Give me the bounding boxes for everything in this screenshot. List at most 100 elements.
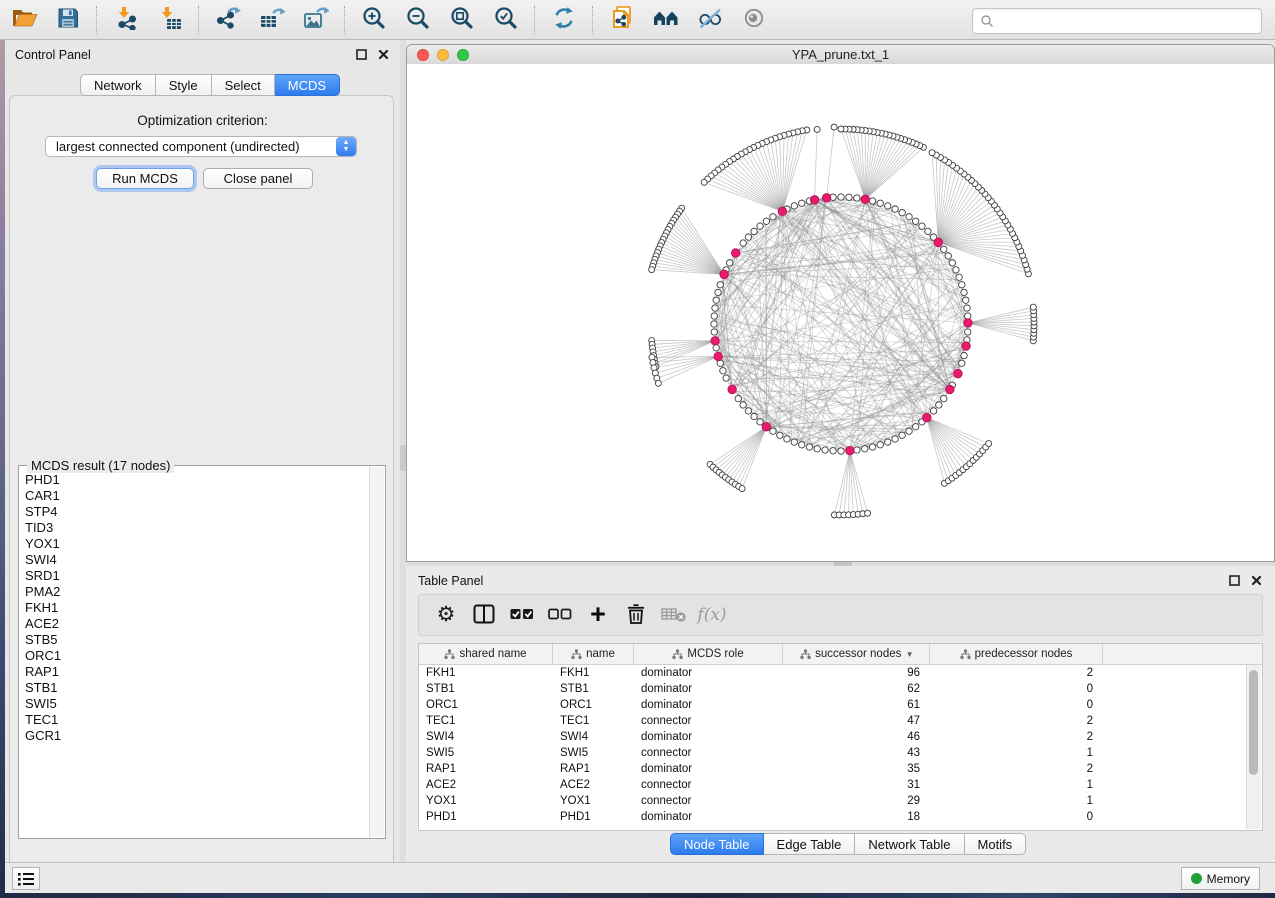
export-image-button[interactable] [294, 4, 338, 36]
zoom-selected-button[interactable] [484, 4, 528, 36]
table-row[interactable]: SWI5SWI5connector431 [419, 745, 1262, 761]
tab-edge-table[interactable]: Edge Table [764, 833, 856, 855]
tab-node-table[interactable]: Node Table [670, 833, 764, 855]
table-row[interactable]: ACE2ACE2connector311 [419, 777, 1262, 793]
tab-style[interactable]: Style [156, 74, 212, 96]
open-icon [11, 6, 38, 33]
duplicate-network-icon [610, 5, 634, 34]
export-network-button[interactable] [206, 4, 250, 36]
toolbar-separator [592, 6, 594, 34]
mcds-result-item[interactable]: FKH1 [25, 600, 369, 616]
window-close-traffic-light[interactable] [417, 49, 429, 61]
column-header-predecessor-nodes[interactable]: predecessor nodes [930, 644, 1103, 664]
table-row[interactable]: RAP1RAP1dominator352 [419, 761, 1262, 777]
hide-selected-button[interactable] [688, 4, 732, 36]
gear-button[interactable]: ⚙ [427, 598, 465, 632]
memory-status-icon [1191, 873, 1202, 884]
column-header-successor-nodes[interactable]: successor nodes▾ [783, 644, 930, 664]
mcds-result-item[interactable]: ACE2 [25, 616, 369, 632]
function-button[interactable]: f(x) [693, 598, 731, 632]
table-row[interactable]: SWI4SWI4dominator462 [419, 729, 1262, 745]
run-mcds-button[interactable]: Run MCDS [96, 168, 194, 189]
task-history-button[interactable] [12, 867, 40, 890]
refresh-button[interactable] [542, 4, 586, 36]
table-row[interactable]: STB1STB1dominator620 [419, 681, 1262, 697]
mcds-result-item[interactable]: GCR1 [25, 728, 369, 744]
mcds-result-scrollbar[interactable] [369, 467, 384, 837]
export-table-button[interactable] [250, 4, 294, 36]
table-cell: SWI5 [419, 745, 553, 761]
table-cell: connector [634, 713, 783, 729]
tab-network[interactable]: Network [80, 74, 156, 96]
mcds-result-item[interactable]: ORC1 [25, 648, 369, 664]
network-canvas[interactable] [407, 64, 1274, 561]
tab-motifs[interactable]: Motifs [965, 833, 1027, 855]
mcds-result-item[interactable]: SWI5 [25, 696, 369, 712]
control-panel-close-icon[interactable] [377, 48, 390, 61]
mcds-result-item[interactable]: CAR1 [25, 488, 369, 504]
search-network-button[interactable] [644, 4, 688, 36]
tab-mcds[interactable]: MCDS [275, 74, 340, 96]
table-scrollbar[interactable] [1246, 665, 1261, 829]
search-input[interactable] [998, 11, 1261, 31]
mcds-result-item[interactable]: TEC1 [25, 712, 369, 728]
table-cell: FKH1 [419, 665, 553, 681]
table-cell: 47 [783, 713, 930, 729]
split-columns-button[interactable] [465, 598, 503, 632]
show-hidden-button[interactable] [732, 4, 776, 36]
window-zoom-traffic-light[interactable] [457, 49, 469, 61]
mcds-result-item[interactable]: SRD1 [25, 568, 369, 584]
zoom-in-icon [362, 6, 386, 33]
delete-button[interactable] [617, 598, 655, 632]
duplicate-network-button[interactable] [600, 4, 644, 36]
mcds-result-item[interactable]: PMA2 [25, 584, 369, 600]
delete-column-button[interactable] [655, 598, 693, 632]
import-network-button[interactable] [104, 4, 148, 36]
import-table-button[interactable] [148, 4, 192, 36]
table-row[interactable]: ORC1ORC1dominator610 [419, 697, 1262, 713]
unselect-all-columns-button[interactable] [541, 598, 579, 632]
add-button[interactable]: + [579, 598, 617, 632]
tab-network-table[interactable]: Network Table [855, 833, 964, 855]
main-toolbar [0, 0, 1275, 40]
mcds-result-item[interactable]: STB5 [25, 632, 369, 648]
mcds-result-item[interactable]: STB1 [25, 680, 369, 696]
table-panel-close-icon[interactable] [1250, 574, 1263, 587]
tab-select[interactable]: Select [212, 74, 275, 96]
select-all-columns-button[interactable] [503, 598, 541, 632]
column-header-shared-name[interactable]: shared name [419, 644, 553, 664]
table-row[interactable]: YOX1YOX1connector291 [419, 793, 1262, 809]
mcds-result-item[interactable]: YOX1 [25, 536, 369, 552]
toolbar-separator [534, 6, 536, 34]
table-cell: dominator [634, 697, 783, 713]
column-header-name[interactable]: name [553, 644, 634, 664]
window-minimize-traffic-light[interactable] [437, 49, 449, 61]
control-panel-float-icon[interactable] [355, 48, 368, 61]
zoom-in-button[interactable] [352, 4, 396, 36]
open-button[interactable] [2, 4, 46, 36]
table-panel-float-icon[interactable] [1228, 574, 1241, 587]
mcds-result-item[interactable]: SWI4 [25, 552, 369, 568]
memory-button[interactable]: Memory [1181, 867, 1260, 890]
zoom-out-button[interactable] [396, 4, 440, 36]
mcds-result-title: MCDS result (17 nodes) [27, 458, 174, 473]
table-row[interactable]: PHD1PHD1dominator180 [419, 809, 1262, 825]
column-header-mcds-role[interactable]: MCDS role [634, 644, 783, 664]
table-row[interactable]: FKH1FKH1dominator962 [419, 665, 1262, 681]
zoom-fit-button[interactable] [440, 4, 484, 36]
network-window-titlebar[interactable]: YPA_prune.txt_1 [407, 45, 1274, 65]
mcds-result-item[interactable]: TID3 [25, 520, 369, 536]
close-panel-button[interactable]: Close panel [203, 168, 313, 189]
table-cell: STB1 [419, 681, 553, 697]
mcds-result-item[interactable]: RAP1 [25, 664, 369, 680]
table-row[interactable]: TEC1TEC1connector472 [419, 713, 1262, 729]
cytoscape-app-window: Control Panel NetworkStyleSelectMCDS Opt… [0, 0, 1275, 898]
mcds-result-item[interactable]: PHD1 [25, 472, 369, 488]
save-button[interactable] [46, 4, 90, 36]
optimization-select[interactable]: largest connected component (undirected)… [45, 136, 357, 157]
table-cell: dominator [634, 729, 783, 745]
table-scrollbar-thumb[interactable] [1249, 670, 1258, 775]
table-cell: ORC1 [553, 697, 634, 713]
table-cell: STB1 [553, 681, 634, 697]
mcds-result-item[interactable]: STP4 [25, 504, 369, 520]
